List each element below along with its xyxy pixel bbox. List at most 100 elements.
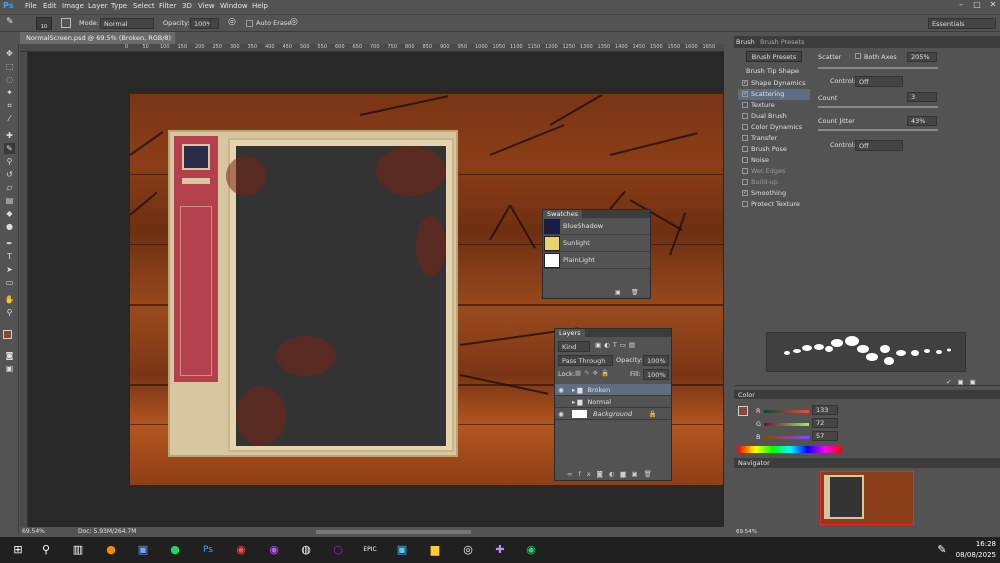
app-icon[interactable]: ◎ (460, 542, 476, 558)
epic-games-icon[interactable]: EPIC (362, 542, 378, 558)
option-checkbox[interactable] (742, 157, 748, 163)
brush-option-color-dynamics[interactable]: Color Dynamics (738, 122, 810, 133)
option-checkbox[interactable] (742, 102, 748, 108)
r-slider[interactable] (764, 410, 809, 413)
brush-option-dual-brush[interactable]: Dual Brush (738, 111, 810, 122)
type-tool-icon[interactable]: T (4, 251, 15, 262)
eraser-tool-icon[interactable]: ▱ (4, 182, 15, 193)
brush-tab[interactable]: Brush (736, 38, 755, 46)
close-button[interactable]: ✕ (986, 0, 1000, 9)
app-icon[interactable]: ▣ (135, 542, 151, 558)
layer-kind-filter[interactable]: Kind (558, 341, 590, 352)
brush-option-protect-texture[interactable]: Protect Texture (738, 199, 810, 210)
brush-option-noise[interactable]: Noise (738, 155, 810, 166)
menu-window[interactable]: Window (220, 2, 248, 10)
maximize-button[interactable]: □ (970, 0, 984, 9)
option-checkbox[interactable]: ✓ (742, 91, 748, 97)
app-icon[interactable]: ○ (330, 542, 346, 558)
new-swatch-icon[interactable]: ▣ (615, 289, 621, 296)
pressure-opacity-icon[interactable]: ◎ (228, 17, 236, 27)
swatch-row[interactable]: BlueShadow (543, 218, 650, 235)
minimize-button[interactable]: – (954, 0, 968, 9)
count-slider[interactable] (818, 106, 938, 108)
brush-preset-picker[interactable]: 10 (36, 17, 52, 30)
visibility-eye-icon[interactable]: ◉ (555, 408, 567, 420)
clock-time[interactable]: 16:28 (958, 540, 996, 548)
scatter-control-dropdown[interactable]: Off (855, 76, 903, 87)
option-checkbox[interactable]: ✓ (742, 190, 748, 196)
pen-icon[interactable]: ✎ (934, 542, 950, 558)
scatter-slider[interactable] (818, 67, 938, 69)
layer-row[interactable]: ▸ ▆ Normal (555, 396, 671, 408)
pen-tool-icon[interactable]: ✒ (4, 238, 15, 249)
brush-option-smoothing[interactable]: ✓ Smoothing (738, 188, 810, 199)
menu-3d[interactable]: 3D (182, 2, 192, 10)
auto-erase-checkbox[interactable] (246, 20, 253, 27)
lock-icons[interactable]: ▦✎✥🔒 (575, 369, 612, 377)
visibility-eye-icon[interactable]: ◉ (555, 384, 567, 396)
menu-help[interactable]: Help (252, 2, 268, 10)
count-jitter-control-dropdown[interactable]: Off (855, 140, 903, 151)
layer-footer-icons[interactable]: ∞fx◙◐▆▣🗑 (567, 470, 658, 478)
zoom-level[interactable]: 69.54% (22, 527, 45, 537)
brush-tool-icon[interactable]: ✎ (6, 17, 20, 29)
file-explorer-icon[interactable]: ▆ (427, 542, 443, 558)
navigator-view-box[interactable] (820, 471, 914, 525)
brush-tip-shape-item[interactable]: Brush Tip Shape (738, 66, 808, 77)
brush-option-build-up[interactable]: Build-up (738, 177, 810, 188)
zoom-tool-icon[interactable]: ⚲ (4, 307, 15, 318)
navigator-tab[interactable]: Navigator (738, 459, 770, 467)
path-select-tool-icon[interactable]: ➤ (4, 264, 15, 275)
app-icon[interactable]: ▣ (394, 542, 410, 558)
move-tool-icon[interactable]: ✥ (4, 48, 15, 59)
task-view-icon[interactable]: ▥ (70, 542, 86, 558)
brush-panel-footer-icons[interactable]: ✓▣▣ (946, 378, 982, 386)
menu-select[interactable]: Select (133, 2, 155, 10)
brush-option-transfer[interactable]: Transfer (738, 133, 810, 144)
option-checkbox[interactable]: ✓ (742, 80, 748, 86)
photoshop-taskbar-icon[interactable]: Ps (200, 542, 216, 558)
foreground-color-swatch[interactable] (3, 330, 12, 339)
healing-brush-tool-icon[interactable]: ✚ (4, 130, 15, 141)
hand-tool-icon[interactable]: ✋ (4, 294, 15, 305)
whatsapp-icon[interactable]: ◉ (523, 542, 539, 558)
menu-view[interactable]: View (198, 2, 215, 10)
workspace-dropdown[interactable]: Essentials (928, 18, 996, 29)
r-value-input[interactable]: 133 (812, 405, 838, 415)
history-brush-tool-icon[interactable]: ↺ (4, 169, 15, 180)
swatches-tab[interactable]: Swatches (543, 210, 583, 218)
brush-option-scattering[interactable]: ✓ Scattering (738, 89, 810, 100)
option-checkbox[interactable] (742, 146, 748, 152)
marquee-tool-icon[interactable]: ⬚ (4, 61, 15, 72)
spotify-icon[interactable]: ● (167, 542, 183, 558)
navigator-thumbnail[interactable] (820, 471, 914, 525)
search-icon[interactable]: ⚲ (38, 542, 54, 558)
count-jitter-slider[interactable] (818, 129, 938, 131)
brush-tool-icon[interactable]: ✎ (4, 143, 15, 154)
brush-panel-toggle-icon[interactable] (61, 18, 71, 28)
layers-tab[interactable]: Layers (555, 329, 585, 337)
swatch-row[interactable]: PlainLight (543, 252, 650, 269)
swatch-row[interactable]: Sunlight (543, 235, 650, 252)
steam-icon[interactable]: ◍ (298, 542, 314, 558)
clone-stamp-tool-icon[interactable]: ⚲ (4, 156, 15, 167)
app-icon[interactable]: ◉ (266, 542, 282, 558)
menu-image[interactable]: Image (62, 2, 84, 10)
color-tab[interactable]: Color (738, 391, 755, 399)
b-slider[interactable] (764, 436, 809, 439)
option-checkbox[interactable] (742, 168, 748, 174)
fill-input[interactable]: 100% (643, 369, 669, 380)
app-icon[interactable]: ◉ (233, 542, 249, 558)
brush-option-wet-edges[interactable]: Wet Edges (738, 166, 810, 177)
scatter-value-input[interactable]: 205% (907, 52, 937, 62)
layers-panel-header[interactable]: Layers (555, 329, 671, 337)
both-axes-checkbox[interactable] (855, 53, 861, 59)
menu-edit[interactable]: Edit (43, 2, 57, 10)
option-checkbox[interactable] (742, 201, 748, 207)
menu-layer[interactable]: Layer (88, 2, 108, 10)
option-checkbox[interactable] (742, 135, 748, 141)
document-tab[interactable]: NormalScreen.psd @ 69.5% (Broken, RGB/8)… (20, 32, 175, 54)
firefox-icon[interactable]: ● (103, 542, 119, 558)
horizontal-scrollbar[interactable] (316, 530, 471, 534)
dodge-tool-icon[interactable]: ● (4, 221, 15, 232)
